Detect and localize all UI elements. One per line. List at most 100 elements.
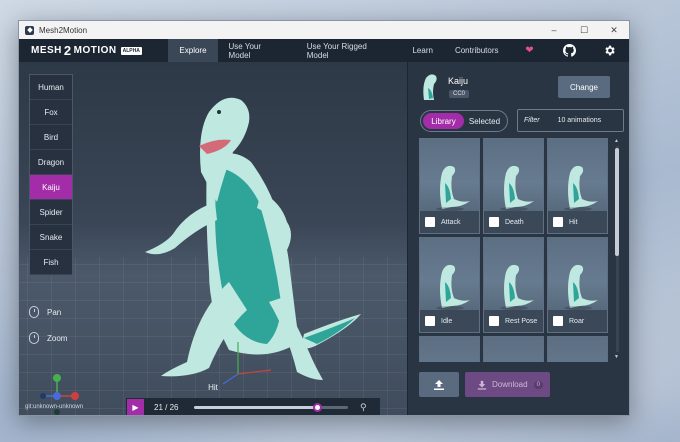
kaiju-thumbnail-icon — [423, 74, 437, 100]
frame-counter: 21 / 26 — [154, 403, 188, 412]
animation-checkbox[interactable] — [489, 217, 499, 227]
logo-text-mesh: MESH — [31, 45, 62, 56]
animation-thumbnail — [420, 337, 479, 362]
tab-library[interactable]: Library — [423, 113, 464, 129]
nav-use-your-rigged-model[interactable]: Use Your Rigged Model — [296, 39, 402, 62]
pin-icon[interactable]: ⚲ — [360, 402, 367, 413]
mouse-icon — [29, 332, 39, 344]
download-count-badge: 0 — [533, 380, 543, 389]
nav-contributors[interactable]: Contributors — [444, 39, 510, 62]
animation-label: Idle — [441, 317, 453, 325]
pan-label: Pan — [47, 307, 62, 317]
animation-checkbox[interactable] — [553, 217, 563, 227]
animation-thumbnail — [484, 139, 543, 211]
playback-bar: ▶ 21 / 26 ⚲ — [126, 398, 380, 415]
maximize-button[interactable]: ☐ — [569, 21, 599, 39]
scroll-up-icon[interactable]: ▲ — [614, 138, 619, 144]
animation-card[interactable] — [547, 336, 608, 362]
nav-explore[interactable]: Explore — [168, 39, 218, 62]
close-button[interactable]: ✕ — [599, 21, 629, 39]
license-badge: CC0 — [449, 90, 470, 98]
animation-card[interactable] — [483, 336, 544, 362]
animation-checkbox[interactable] — [425, 316, 435, 326]
model-item-dragon[interactable]: Dragon — [30, 150, 72, 175]
filter-label: Filter — [524, 117, 540, 124]
pan-tool[interactable]: Pan — [29, 306, 61, 318]
animation-checkbox[interactable] — [425, 217, 435, 227]
animation-card-footer: Death — [484, 211, 543, 233]
animation-grid-scrollbar[interactable]: ▲ ▼ — [614, 138, 620, 362]
animation-count: 10 animations — [557, 117, 602, 124]
animation-label: Roar — [569, 317, 585, 325]
model-item-fish[interactable]: Fish — [30, 250, 72, 275]
gear-icon[interactable] — [589, 39, 629, 62]
logo-text-2: 2 — [63, 43, 72, 58]
3d-viewport[interactable]: Human Fox Bird Dragon Kaiju Spider Snake Fish P… — [19, 62, 407, 415]
model-item-fox[interactable]: Fox — [30, 100, 72, 125]
animation-card-footer: Rest Pose — [484, 310, 543, 332]
nav-use-your-model[interactable]: Use Your Model — [218, 39, 296, 62]
scroll-down-icon[interactable]: ▼ — [614, 354, 619, 360]
zoom-tool[interactable]: Zoom — [29, 332, 67, 344]
animation-card-footer: Hit — [548, 211, 607, 233]
model-item-kaiju[interactable]: Kaiju — [30, 175, 72, 200]
selected-model-name: Kaiju — [448, 76, 469, 86]
animation-checkbox[interactable] — [553, 316, 563, 326]
change-model-button[interactable]: Change — [558, 76, 610, 98]
current-animation-name: Hit — [208, 383, 218, 392]
animation-label: Hit — [569, 218, 578, 226]
filter-input[interactable]: Filter 10 animations — [517, 109, 624, 132]
zoom-label: Zoom — [47, 333, 68, 343]
upload-icon — [434, 379, 444, 390]
upload-button[interactable] — [419, 372, 459, 397]
play-icon: ▶ — [132, 403, 139, 412]
animation-checkbox[interactable] — [489, 316, 499, 326]
animation-label: Death — [505, 218, 524, 226]
minimize-button[interactable]: – — [539, 21, 569, 39]
app-icon — [25, 25, 34, 35]
animation-thumbnail — [548, 337, 607, 362]
current-frame: 21 — [154, 403, 163, 412]
animation-card[interactable]: Hit — [547, 138, 608, 234]
animation-card-footer: Attack — [420, 211, 479, 233]
tab-selected[interactable]: Selected — [464, 113, 505, 129]
animation-card[interactable]: Attack — [419, 138, 480, 234]
nav-learn[interactable]: Learn — [401, 39, 443, 62]
timeline-slider[interactable] — [194, 403, 348, 412]
model-item-snake[interactable]: Snake — [30, 225, 72, 250]
logo[interactable]: MESH 2 MOTION ALPHA — [19, 39, 168, 62]
animation-panel: Kaiju CC0 Change Library Selected Filter… — [407, 62, 629, 415]
download-button[interactable]: Download 0 — [465, 372, 550, 397]
download-label: Download — [492, 380, 528, 389]
heart-icon[interactable]: ❤ — [510, 39, 550, 62]
model-item-bird[interactable]: Bird — [30, 125, 72, 150]
git-version: git:unknown-unknown — [25, 404, 84, 410]
animation-card[interactable] — [419, 336, 480, 362]
model-item-spider[interactable]: Spider — [30, 200, 72, 225]
animation-thumbnail — [548, 139, 607, 211]
animation-thumbnail — [484, 238, 543, 310]
model-item-human[interactable]: Human — [30, 75, 72, 100]
alpha-badge: ALPHA — [120, 46, 142, 55]
github-icon[interactable] — [549, 39, 589, 62]
top-navigation: MESH 2 MOTION ALPHA Explore Use Your Mod… — [19, 39, 629, 62]
animation-grid: Attack Death Hit Idle Rest Pose Roar — [419, 138, 611, 362]
window-title: Mesh2Motion — [39, 25, 88, 35]
animation-card[interactable]: Roar — [547, 237, 608, 333]
animation-card[interactable]: Rest Pose — [483, 237, 544, 333]
total-frames: 26 — [169, 403, 179, 412]
animation-card[interactable]: Death — [483, 138, 544, 234]
animation-thumbnail — [484, 337, 543, 362]
mouse-icon — [29, 306, 39, 318]
frame-separator: / — [165, 403, 168, 412]
app-window: Mesh2Motion – ☐ ✕ MESH 2 MOTION ALPHA Ex… — [18, 20, 630, 416]
scroll-thumb[interactable] — [615, 148, 619, 256]
timeline-thumb[interactable] — [313, 403, 323, 412]
title-bar: Mesh2Motion – ☐ ✕ — [19, 21, 629, 39]
animation-card[interactable]: Idle — [419, 237, 480, 333]
animation-thumbnail — [548, 238, 607, 310]
play-button[interactable]: ▶ — [127, 399, 144, 415]
download-icon — [477, 380, 487, 390]
model-list: Human Fox Bird Dragon Kaiju Spider Snake Fish — [29, 74, 73, 276]
kaiju-model — [40, 97, 361, 415]
